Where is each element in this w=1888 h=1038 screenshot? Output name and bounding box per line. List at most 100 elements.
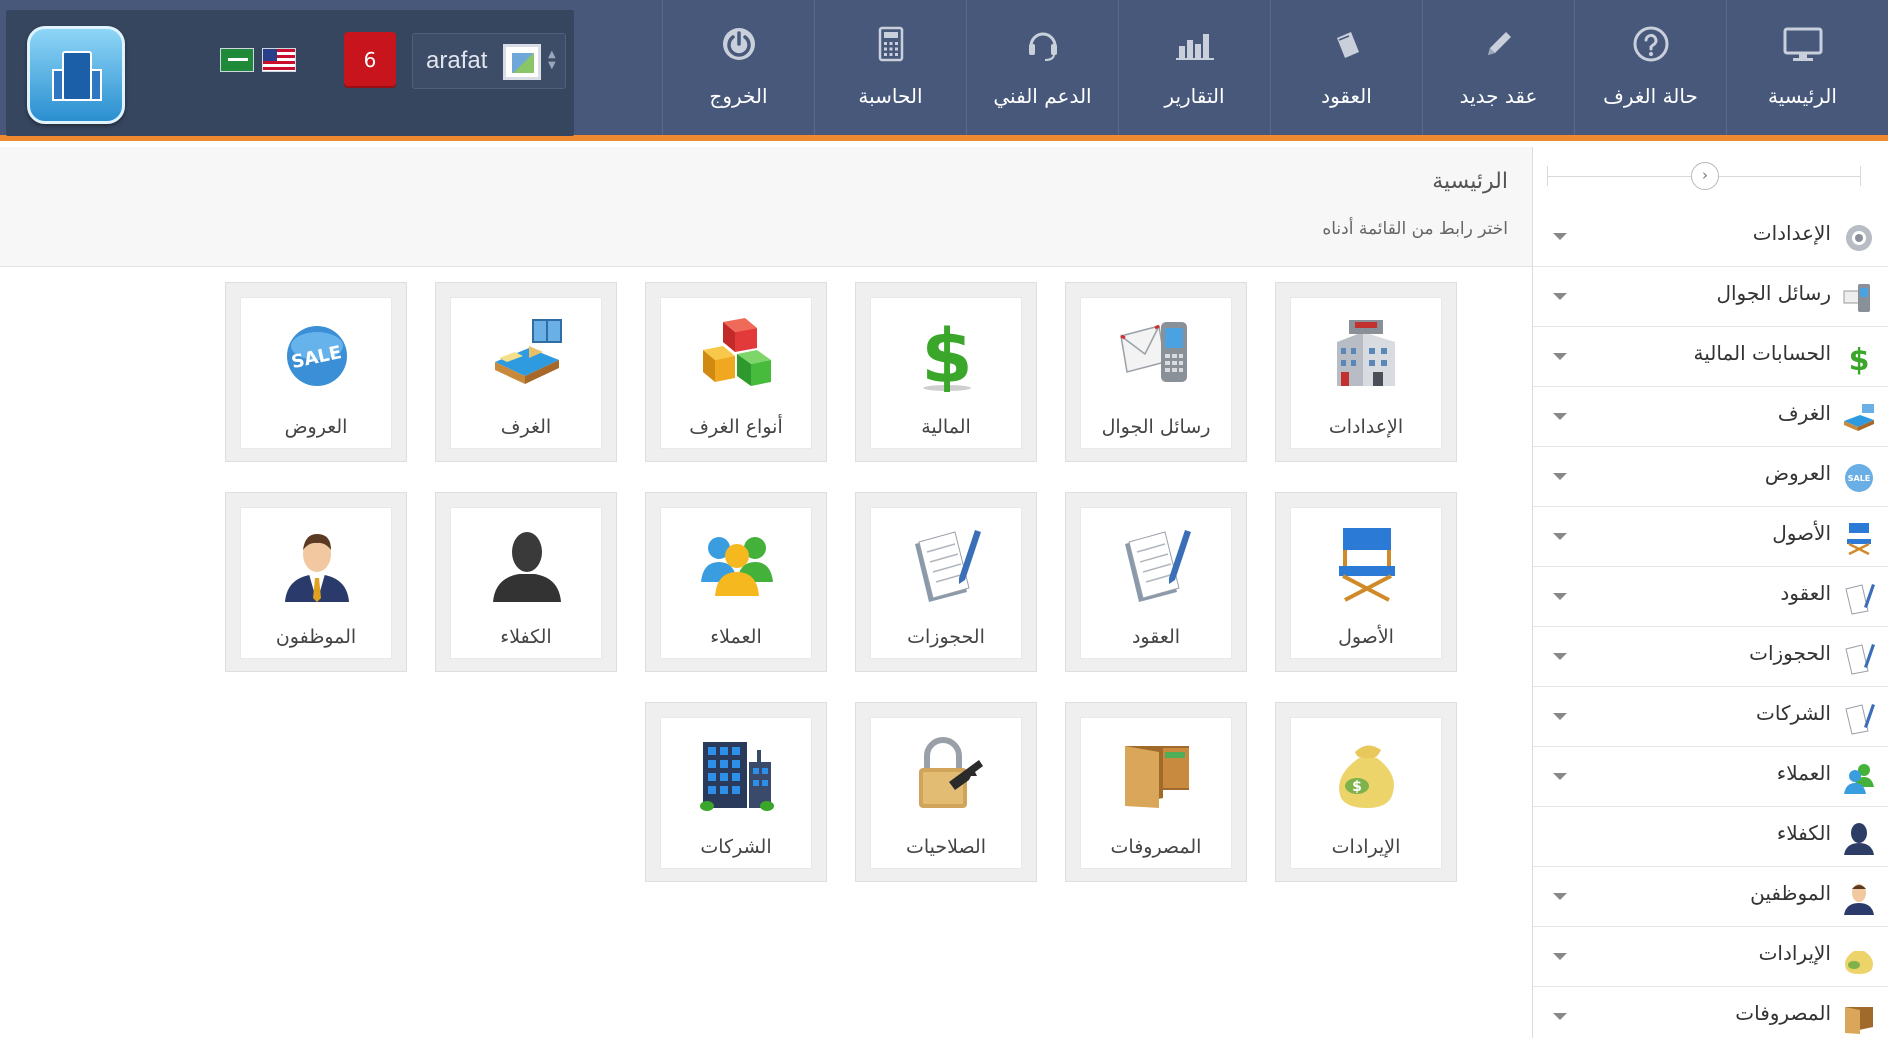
tile-settings[interactable]: الإعدادات xyxy=(1275,282,1457,462)
contract-icon xyxy=(1336,32,1359,58)
chevron-down-icon xyxy=(1553,653,1567,660)
tile-expenses[interactable]: المصروفات xyxy=(1065,702,1247,882)
sidebar-item-label: الغرف xyxy=(1777,401,1831,425)
headset-icon xyxy=(1028,32,1057,61)
sidebar-item-settings[interactable]: الإعدادات xyxy=(1533,207,1888,267)
sidebar-item-sponsors[interactable]: الكفلاء xyxy=(1533,807,1888,867)
notepad-icon xyxy=(1845,584,1875,615)
sidebar-item-clients[interactable]: العملاء xyxy=(1533,747,1888,807)
nav-support[interactable]: الدعم الفني xyxy=(966,0,1118,135)
tile-label: العقود xyxy=(1131,626,1181,648)
tile-label: الغرف xyxy=(500,416,552,438)
sidebar-item-companies[interactable]: الشركات xyxy=(1533,687,1888,747)
chevron-down-icon xyxy=(1553,473,1567,480)
sidebar-item-finance[interactable]: $ الحسابات المالية xyxy=(1533,327,1888,387)
bar-chart-icon xyxy=(1175,34,1214,60)
sidebar-item-revenues[interactable]: الإيرادات xyxy=(1533,927,1888,987)
tile-assets[interactable]: الأصول xyxy=(1275,492,1457,672)
sidebar-item-assets[interactable]: الأصول xyxy=(1533,507,1888,567)
tile-label: الصلاحيات xyxy=(905,836,987,858)
nav-calculator[interactable]: الحاسبة xyxy=(814,0,966,135)
sidebar-item-label: العقود xyxy=(1780,581,1831,605)
sidebar-item-label: الحسابات المالية xyxy=(1693,341,1832,365)
nav-contracts[interactable]: العقود xyxy=(1270,0,1422,135)
tile-label: أنواع الغرف xyxy=(689,416,783,438)
notification-badge[interactable]: 6 xyxy=(344,32,396,88)
chevron-down-icon xyxy=(1553,353,1567,360)
businessman-icon xyxy=(285,534,349,602)
tile-employees[interactable]: الموظفون xyxy=(225,492,407,672)
sidebar-item-label: رسائل الجوال xyxy=(1716,281,1831,305)
app-logo[interactable] xyxy=(27,26,125,124)
tile-label: رسائل الجوال xyxy=(1101,416,1211,438)
sidebar-item-offers[interactable]: SALE العروض xyxy=(1533,447,1888,507)
us-flag-icon[interactable] xyxy=(262,48,296,72)
notepad-pen-icon xyxy=(915,530,981,602)
chevron-down-icon xyxy=(1553,953,1567,960)
mobile-mail-icon xyxy=(1120,322,1187,382)
nav-home[interactable]: الرئيسية xyxy=(1726,0,1878,135)
sidebar-item-bookings[interactable]: الحجوزات xyxy=(1533,627,1888,687)
chevron-down-icon xyxy=(1553,713,1567,720)
boxes-icon xyxy=(703,318,771,386)
sidebar-item-expenses[interactable]: المصروفات xyxy=(1533,987,1888,1038)
saudi-flag-icon[interactable] xyxy=(220,48,254,72)
sidebar-item-label: الإيرادات xyxy=(1758,941,1831,965)
nav-new-contract[interactable]: عقد جديد xyxy=(1422,0,1574,135)
wallet-icon xyxy=(1845,1007,1873,1034)
tile-revenues[interactable]: $ الإيرادات xyxy=(1275,702,1457,882)
calculator-icon xyxy=(878,26,903,62)
sidebar-item-label: الإعدادات xyxy=(1752,221,1831,245)
tile-bookings[interactable]: الحجوزات xyxy=(855,492,1037,672)
chevron-down-icon xyxy=(1553,413,1567,420)
user-menu[interactable]: arafat ▲ ▼ xyxy=(412,33,566,89)
office-building-icon xyxy=(700,742,774,811)
dropdown-arrows-icon: ▲ ▼ xyxy=(548,49,556,71)
tile-label: العملاء xyxy=(710,626,762,648)
sidebar: › الإعدادات رسائل الجوال $ الحسابات الما… xyxy=(1532,147,1888,1038)
brand-panel: 6 arafat ▲ ▼ xyxy=(6,10,574,136)
tile-sponsors[interactable]: الكفلاء xyxy=(435,492,617,672)
tile-clients[interactable]: العملاء xyxy=(645,492,827,672)
main-nav: الخروج الحاسبة الدعم الفني التقارير العق… xyxy=(662,0,1888,141)
tile-label: المصروفات xyxy=(1110,836,1202,858)
collapse-sidebar-button[interactable]: › xyxy=(1691,162,1719,190)
person-silhouette-icon xyxy=(493,532,561,602)
bed-icon xyxy=(1844,404,1874,431)
director-chair-icon xyxy=(1339,528,1395,602)
nav-logout[interactable]: الخروج xyxy=(662,0,814,135)
tile-room-types[interactable]: أنواع الغرف xyxy=(645,282,827,462)
tile-sms[interactable]: رسائل الجوال xyxy=(1065,282,1247,462)
sidebar-item-employees[interactable]: الموظفين xyxy=(1533,867,1888,927)
power-icon xyxy=(722,28,755,60)
nav-room-status[interactable]: حالة الغرف xyxy=(1574,0,1726,135)
monitor-icon xyxy=(1783,27,1822,61)
money-bag-icon: $ xyxy=(1339,745,1394,808)
top-navbar: 6 arafat ▲ ▼ الخروج الحاسبة الدعم الفني … xyxy=(0,0,1888,141)
tile-permissions[interactable]: الصلاحيات xyxy=(855,702,1037,882)
sidebar-item-contracts[interactable]: العقود xyxy=(1533,567,1888,627)
chevron-down-icon xyxy=(1553,773,1567,780)
tile-label: الحجوزات xyxy=(907,626,985,648)
tile-contracts[interactable]: العقود xyxy=(1065,492,1247,672)
tile-companies[interactable]: الشركات xyxy=(645,702,827,882)
person-silhouette-icon xyxy=(1844,823,1874,855)
tile-rooms[interactable]: الغرف xyxy=(435,282,617,462)
sidebar-item-sms[interactable]: رسائل الجوال xyxy=(1533,267,1888,327)
dollar-icon: $ xyxy=(921,316,973,392)
nav-reports[interactable]: التقارير xyxy=(1118,0,1270,135)
nav-label: الدعم الفني xyxy=(993,84,1092,108)
notepad-icon xyxy=(1845,644,1875,675)
tile-finance[interactable]: $ المالية xyxy=(855,282,1037,462)
chevron-down-icon xyxy=(1553,593,1567,600)
chevron-down-icon xyxy=(1553,293,1567,300)
sidebar-item-label: العروض xyxy=(1764,461,1831,485)
tile-label: العروض xyxy=(284,416,348,438)
chevron-down-icon xyxy=(1553,1013,1567,1020)
nav-label: الرئيسية xyxy=(1768,84,1837,108)
avatar xyxy=(503,44,541,80)
page-subtitle: اختر رابط من القائمة أدناه xyxy=(1322,219,1508,239)
tile-offers[interactable]: SALE العروض xyxy=(225,282,407,462)
sidebar-item-label: العملاء xyxy=(1776,761,1831,785)
sidebar-item-rooms[interactable]: الغرف xyxy=(1533,387,1888,447)
